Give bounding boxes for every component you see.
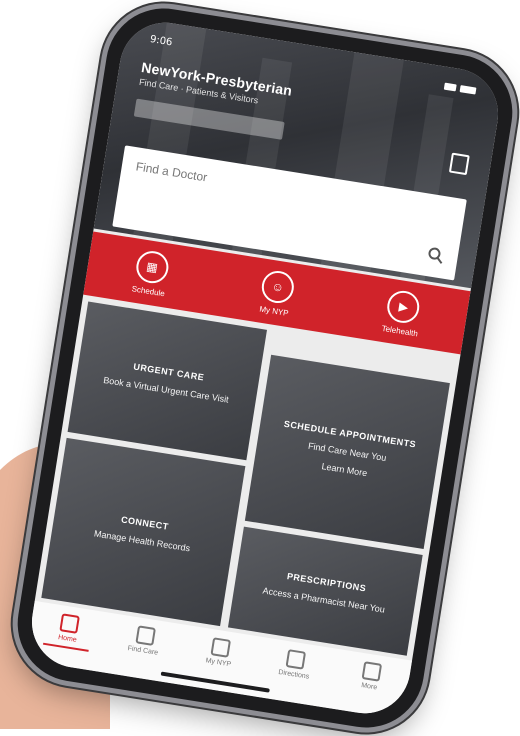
status-time: 9:06 (149, 34, 174, 49)
tab-label: Home (57, 634, 78, 644)
tab-directions[interactable]: Directions (260, 646, 327, 707)
stethoscope-icon (134, 625, 156, 646)
tile-body: Manage Health Records (93, 528, 191, 554)
tab-label: Find Care (127, 645, 159, 657)
tile-body: Find Care Near You (307, 440, 388, 464)
status-icons (443, 82, 477, 95)
map-icon (285, 649, 307, 670)
tab-more[interactable]: More (335, 658, 402, 719)
tile-urgent-care[interactable]: URGENT CARE Book a Virtual Urgent Care V… (67, 301, 268, 461)
tile-body: Access a Pharmacist Near You (261, 585, 386, 615)
tile-connect[interactable]: CONNECT Manage Health Records (41, 437, 246, 627)
battery-icon (459, 85, 477, 95)
tile-body: Book a Virtual Urgent Care Visit (102, 374, 230, 405)
tile-heading: SCHEDULE APPOINTMENTS (283, 418, 417, 450)
home-icon (59, 613, 81, 634)
tile-schedule[interactable]: SCHEDULE APPOINTMENTS Find Care Near You… (244, 354, 450, 550)
tab-label: My NYP (205, 657, 232, 669)
quick-action-label: Telehealth (381, 323, 419, 338)
calendar-icon: ▦ (133, 248, 171, 285)
person-icon: ☺ (259, 268, 297, 305)
video-icon: ▶ (385, 288, 422, 325)
search-icon[interactable] (427, 246, 445, 264)
quick-action-label: Schedule (131, 283, 166, 298)
tab-label: More (360, 682, 378, 692)
quick-action-label: My NYP (258, 303, 290, 318)
tab-label: Directions (277, 668, 310, 681)
person-icon (210, 637, 231, 658)
card-icon[interactable] (448, 152, 470, 176)
tile-link: Learn More (320, 461, 368, 479)
quick-action-my-nyp[interactable]: ☺ My NYP (229, 264, 325, 323)
search-input[interactable]: Find a Doctor (135, 159, 208, 184)
more-icon (361, 661, 382, 682)
quick-action-schedule[interactable]: ▦ Schedule (103, 244, 199, 303)
app-screen: 9:06 NewYork-Presbyterian Find Care · Pa… (25, 16, 505, 720)
signal-icon (443, 82, 457, 92)
tile-heading: URGENT CARE (132, 361, 205, 383)
quick-action-telehealth[interactable]: ▶ Telehealth (355, 284, 451, 343)
tile-heading: CONNECT (120, 514, 170, 532)
tab-home[interactable]: Home (33, 610, 100, 671)
tile-grid: URGENT CARE Book a Virtual Urgent Care V… (41, 301, 453, 656)
